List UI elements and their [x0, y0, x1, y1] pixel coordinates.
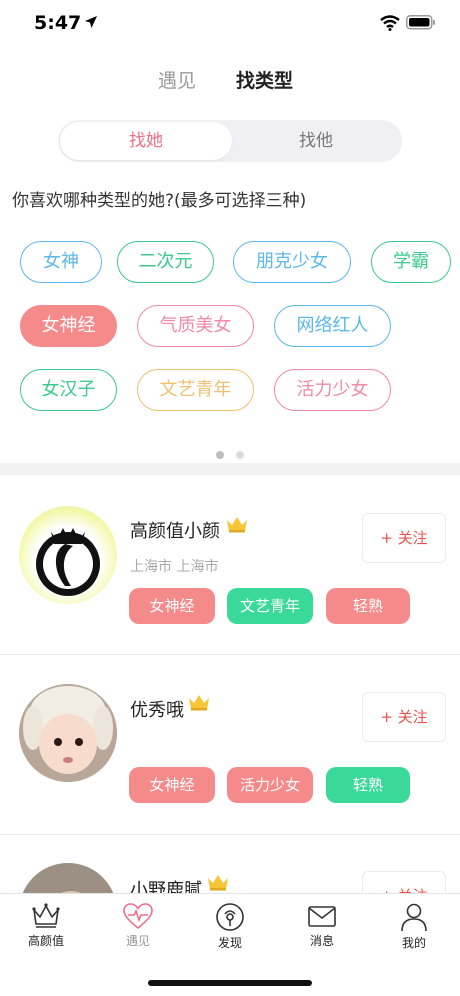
user-tag: 轻熟 — [326, 767, 410, 803]
tab-find-type[interactable]: 找类型 — [236, 66, 293, 93]
goddess-avatar-image — [36, 528, 100, 596]
avatar[interactable] — [19, 684, 117, 782]
crown-icon — [227, 517, 247, 533]
tab-label: 我的 — [401, 936, 426, 950]
tab-label: 高颜值 — [27, 934, 64, 948]
top-tabs: 遇见 找类型 — [0, 66, 460, 98]
type-tag[interactable]: 朋克少女 — [233, 241, 351, 283]
tab-meet-bottom[interactable]: 遇见 — [92, 902, 184, 949]
discover-icon — [216, 903, 244, 931]
mail-icon — [308, 906, 336, 927]
person-icon — [401, 903, 427, 932]
baby-avatar-image — [19, 684, 117, 782]
tab-mine[interactable]: 我的 — [368, 902, 460, 951]
page-indicator — [216, 444, 256, 463]
crown-icon — [189, 695, 209, 711]
tab-meet[interactable]: 遇见 — [158, 66, 196, 93]
user-tag: 活力少女 — [227, 767, 313, 803]
status-time: 5:47 — [34, 12, 82, 34]
tab-discover[interactable]: 发现 — [184, 902, 276, 951]
user-card[interactable]: 优秀哦 + 关注 女神经 活力少女 轻熟 — [0, 655, 460, 835]
type-tag[interactable]: 二次元 — [117, 241, 214, 283]
tab-label: 遇见 — [125, 934, 150, 948]
crown-icon — [208, 875, 228, 891]
type-tag[interactable]: 活力少女 — [274, 369, 391, 411]
user-location: 上海市 上海市 — [130, 559, 219, 575]
type-tag[interactable]: 文艺青年 — [137, 369, 254, 411]
user-name[interactable]: 高颜值小颜 — [130, 517, 220, 543]
home-indicator — [148, 980, 312, 986]
type-tag[interactable]: 女神经 — [20, 305, 117, 347]
type-tag[interactable]: 网络红人 — [274, 305, 391, 347]
type-tag[interactable]: 女神 — [20, 241, 102, 283]
status-bar: 5:47 — [0, 0, 460, 48]
page-dot — [236, 451, 244, 459]
section-divider — [0, 463, 460, 475]
location-arrow-icon — [85, 16, 97, 28]
type-tag[interactable]: 气质美女 — [137, 305, 254, 347]
tab-high-looks[interactable]: 高颜值 — [0, 902, 92, 949]
heart-pulse-icon — [123, 903, 153, 930]
gender-segmented-control: 找她 找他 — [58, 120, 402, 162]
tab-label: 发现 — [217, 936, 242, 950]
question-text: 你喜欢哪种类型的她?(最多可选择三种) — [12, 191, 307, 211]
tab-messages[interactable]: 消息 — [276, 902, 368, 949]
segment-find-her[interactable]: 找她 — [60, 122, 232, 160]
follow-button[interactable]: + 关注 — [362, 513, 446, 563]
segment-find-him[interactable]: 找他 — [230, 120, 402, 162]
user-tag: 女神经 — [129, 588, 215, 624]
tab-label: 消息 — [309, 934, 334, 948]
type-tag[interactable]: 学霸 — [371, 241, 451, 283]
avatar[interactable] — [19, 506, 117, 604]
user-name[interactable]: 优秀哦 — [130, 696, 184, 722]
user-tag: 女神经 — [129, 767, 215, 803]
battery-icon — [406, 15, 435, 30]
user-tag: 轻熟 — [326, 588, 410, 624]
user-tag: 文艺青年 — [227, 588, 313, 624]
type-tag[interactable]: 女汉子 — [20, 369, 117, 411]
follow-button[interactable]: + 关注 — [362, 692, 446, 742]
user-card[interactable]: 高颜值小颜 上海市 上海市 + 关注 女神经 文艺青年 轻熟 — [0, 475, 460, 655]
crown-icon — [32, 903, 60, 928]
wifi-icon — [380, 15, 400, 31]
page-dot — [216, 451, 224, 459]
